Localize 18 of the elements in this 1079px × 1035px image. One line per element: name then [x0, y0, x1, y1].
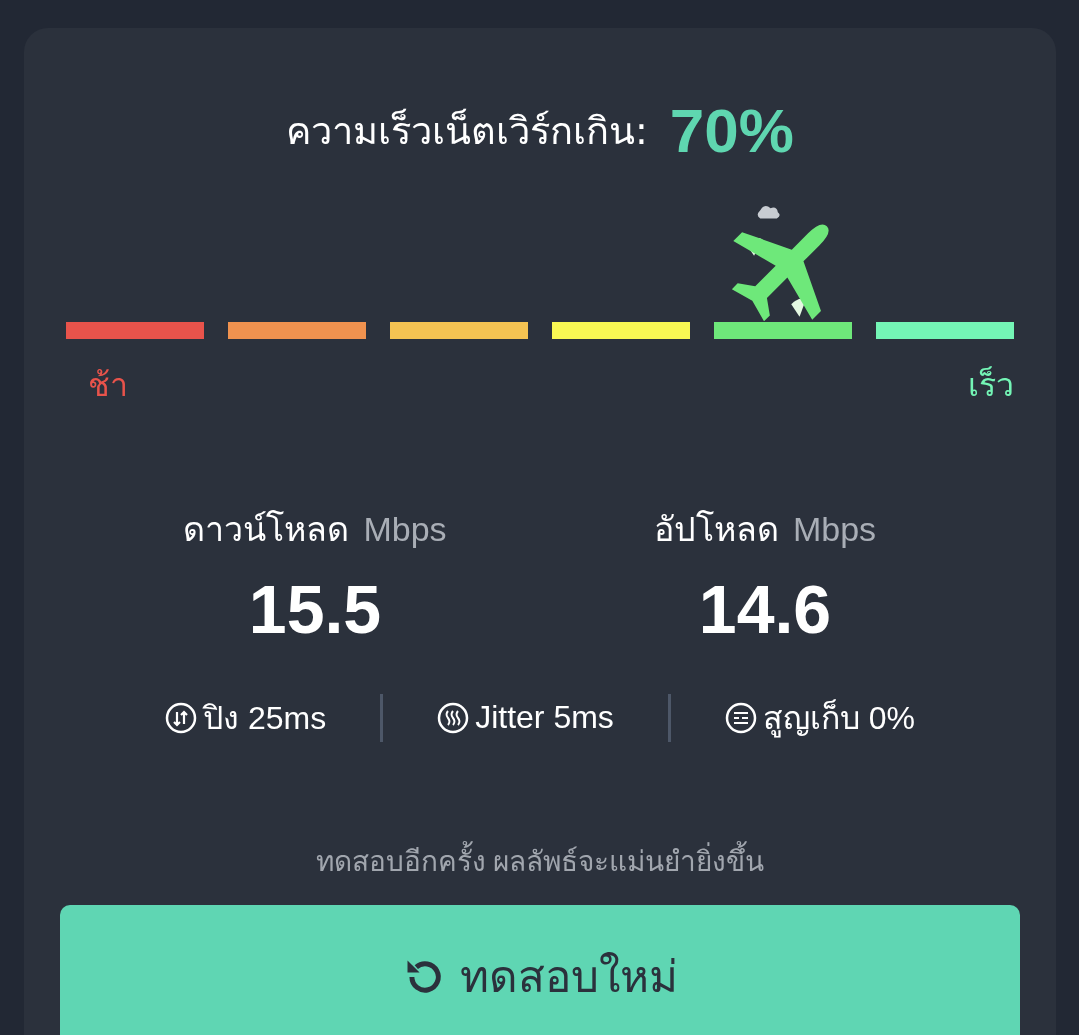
- metric-text: สูญเก็บ 0%: [762, 698, 915, 740]
- stat-unit: Mbps: [363, 510, 447, 549]
- metric-text: Jitter 5ms: [475, 699, 614, 736]
- list-icon: [724, 701, 757, 734]
- stat-value: 15.5: [248, 570, 382, 648]
- ping-icon: [165, 701, 197, 734]
- stat-value: 14.6: [698, 570, 832, 648]
- fast-label: เร็ว: [968, 365, 1014, 406]
- speed-label: ความเร็วเน็ตเวิร์กเกิน:: [286, 107, 648, 155]
- hint-text: ทดสอบอีกครั้ง ผลลัพธ์จะแม่นยำยิ่งขึ้น: [315, 839, 765, 883]
- wave-icon: [437, 701, 470, 734]
- slow-label: ช้า: [88, 365, 128, 406]
- stat-label: ดาวน์โหลด: [183, 509, 350, 550]
- stat-label: อัปโหลด: [653, 509, 779, 550]
- stat-unit: Mbps: [792, 510, 877, 549]
- metric-text: ปิง 25ms: [203, 699, 327, 738]
- speed-percent: 70%: [669, 94, 794, 166]
- retest-button[interactable]: ทดสอบใหม่: [60, 905, 1020, 1035]
